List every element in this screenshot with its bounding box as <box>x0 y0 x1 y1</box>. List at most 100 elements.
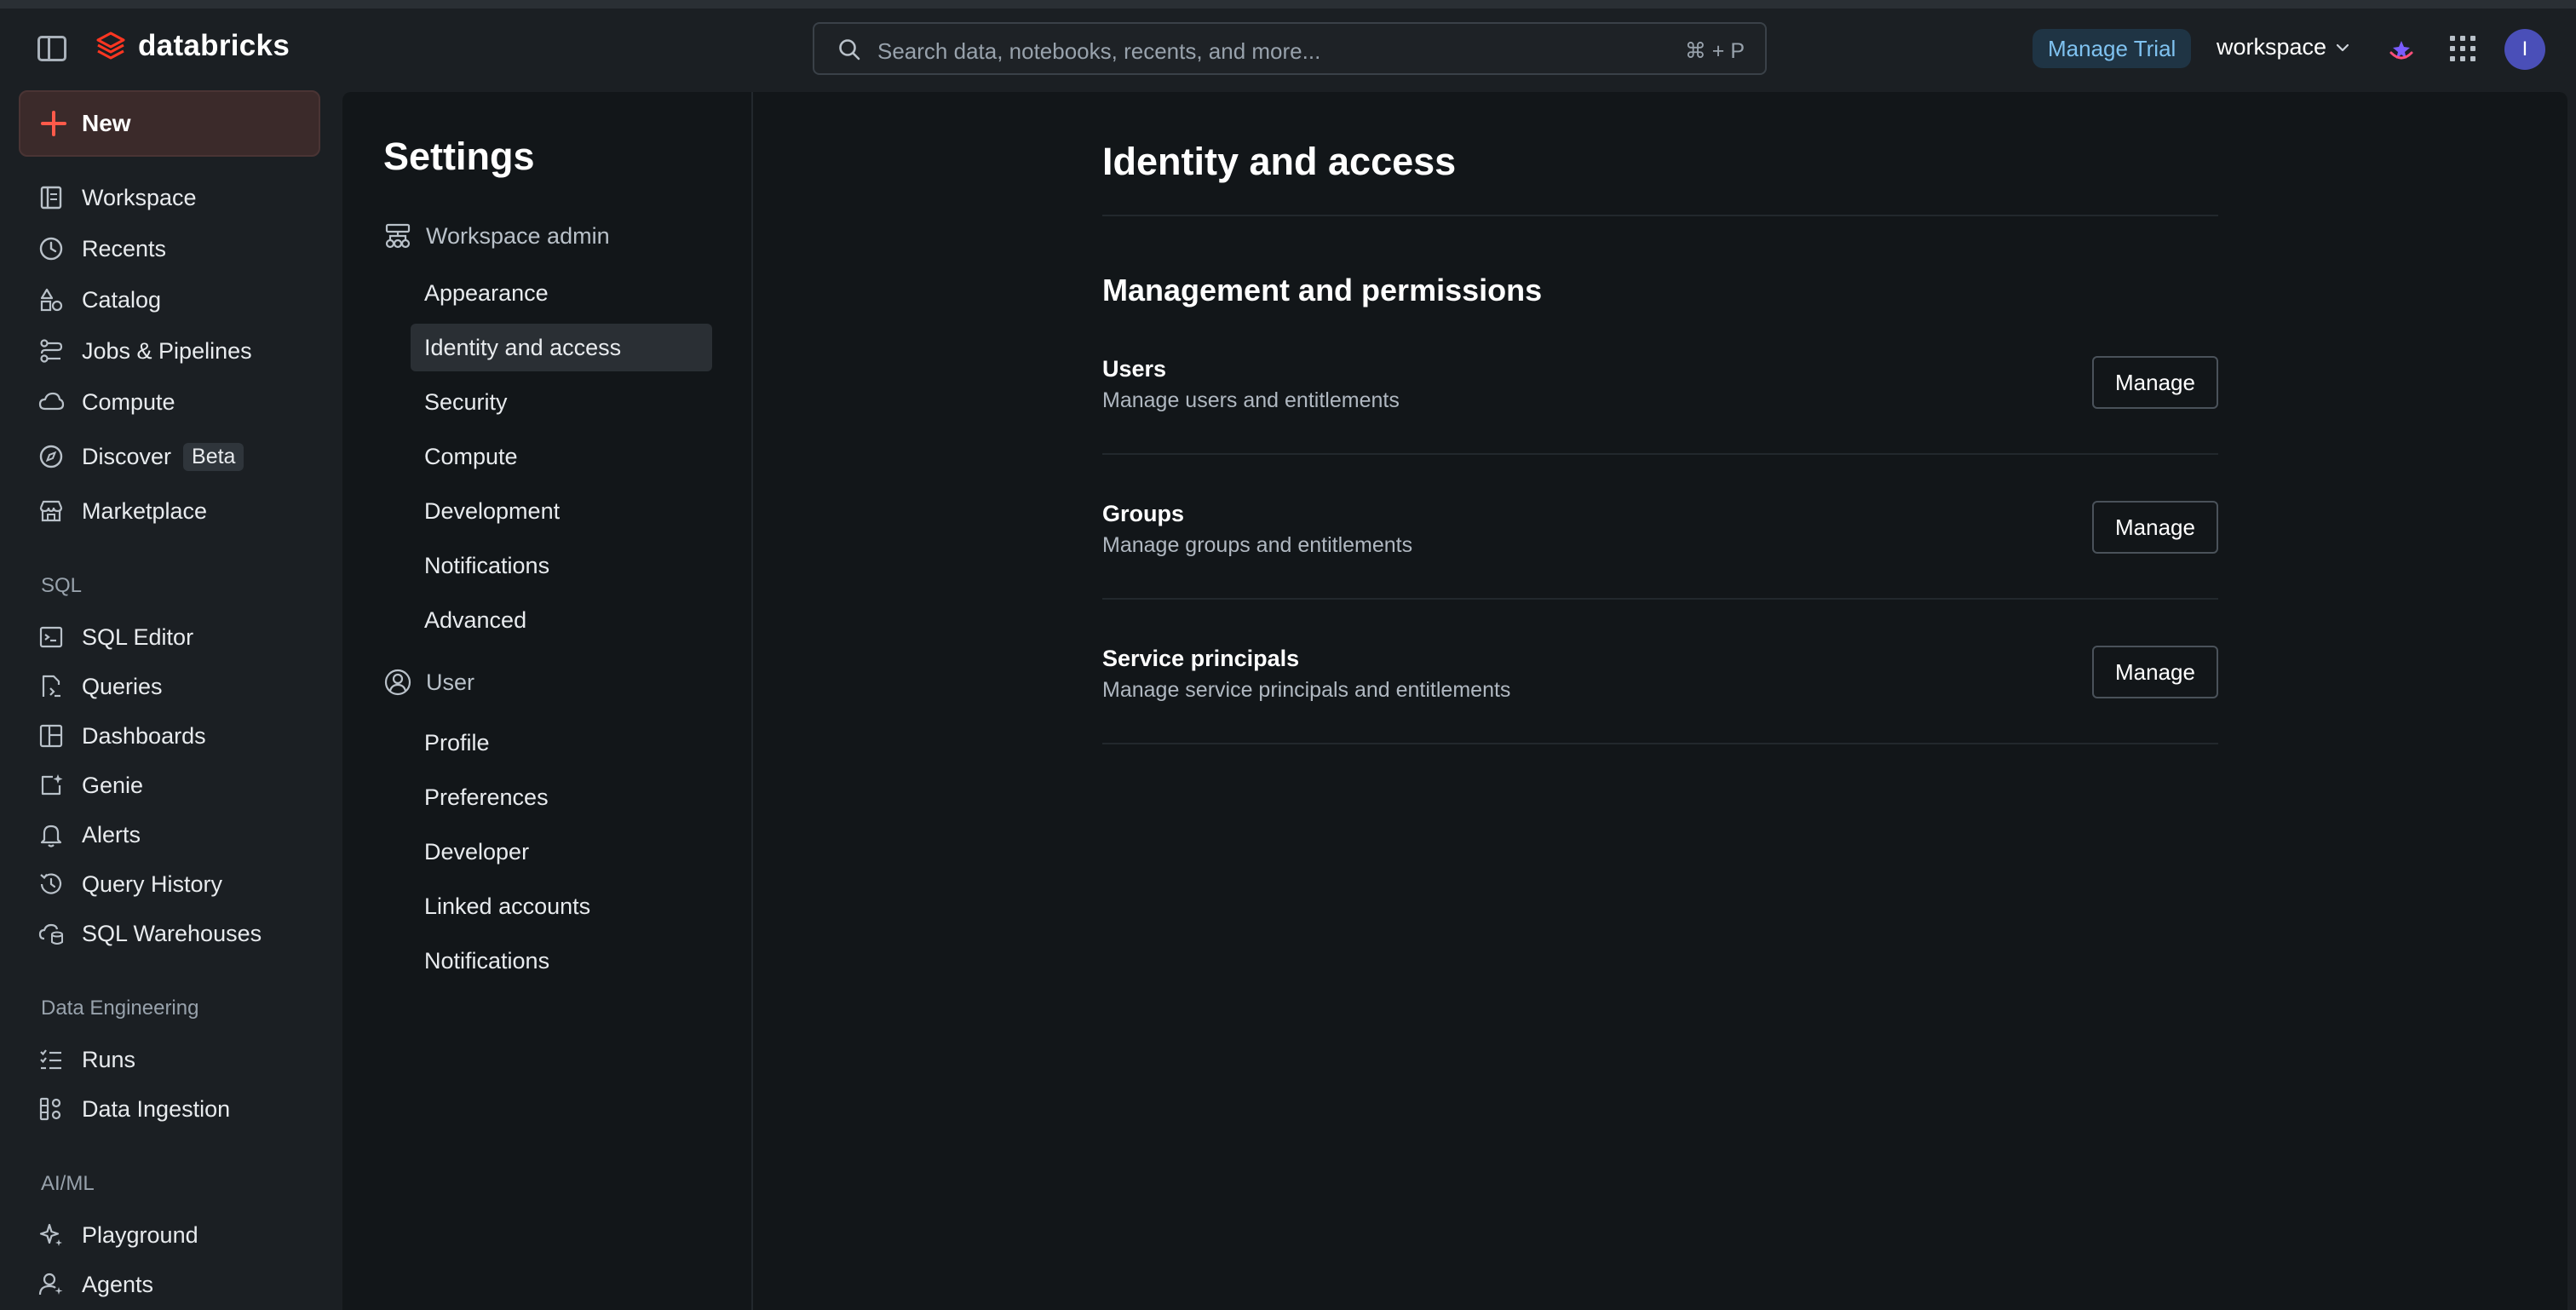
ai-ml-section-heading: AI/ML <box>41 1172 95 1195</box>
brand-name: databricks <box>138 29 290 62</box>
catalog-icon <box>40 288 63 312</box>
sidebar-item-agents[interactable]: Agents <box>37 1267 153 1301</box>
cloud-icon <box>38 392 65 411</box>
row-divider <box>1102 453 2218 455</box>
genie-icon <box>41 774 63 796</box>
databricks-logo-icon <box>96 32 125 60</box>
sidebar-item-label: Workspace <box>82 184 197 210</box>
sidebar-item-label: Catalog <box>82 286 162 313</box>
row-divider <box>1102 743 2218 744</box>
sidebar-item-recents[interactable]: Recents <box>37 232 166 266</box>
sidebar-item-label: SQL Editor <box>82 623 194 650</box>
apps-grid-icon[interactable] <box>2450 36 2475 61</box>
sidebar-item-playground[interactable]: Playground <box>37 1218 198 1252</box>
chevron-down-icon <box>2336 43 2349 51</box>
settings-item-linked-accounts[interactable]: Linked accounts <box>411 882 712 930</box>
sidebar-item-data-ingestion[interactable]: Data Ingestion <box>37 1092 230 1126</box>
avatar[interactable]: I <box>2504 29 2545 70</box>
title-divider <box>1102 215 2218 216</box>
settings-item-compute[interactable]: Compute <box>411 433 712 480</box>
window-top-edge <box>0 0 2576 9</box>
settings-group-label: Workspace admin <box>426 222 610 249</box>
workspace-admin-icon <box>385 223 411 249</box>
search-placeholder: Search data, notebooks, recents, and mor… <box>877 38 1321 64</box>
store-icon <box>39 500 63 522</box>
sidebar-item-label: Query History <box>82 870 223 897</box>
settings-item-notifications[interactable]: Notifications <box>411 542 712 589</box>
users-row-description: Manage users and entitlements <box>1102 388 1400 412</box>
databricks-logo[interactable]: databricks <box>95 29 290 63</box>
settings-group-user: User <box>383 668 474 697</box>
warehouse-icon <box>38 923 63 945</box>
bell-icon <box>40 824 62 847</box>
manage-users-button[interactable]: Manage <box>2092 356 2218 409</box>
search-input[interactable]: Search data, notebooks, recents, and mor… <box>813 22 1767 75</box>
settings-title: Settings <box>383 135 535 178</box>
manage-trial-button[interactable]: Manage Trial <box>2033 29 2192 68</box>
settings-item-appearance[interactable]: Appearance <box>411 269 712 317</box>
sidebar-item-jobs-pipelines[interactable]: Jobs & Pipelines <box>37 334 252 368</box>
sidebar-item-label: Data Ingestion <box>82 1095 231 1122</box>
dashboard-icon <box>39 724 63 748</box>
settings-item-preferences[interactable]: Preferences <box>411 773 712 821</box>
row-divider <box>1102 598 2218 600</box>
sidebar-item-dashboards[interactable]: Dashboards <box>37 719 206 753</box>
section-title: Management and permissions <box>1102 273 1543 307</box>
sidebar-item-queries[interactable]: Queries <box>37 669 163 704</box>
sidebar-item-label: Genie <box>82 772 144 798</box>
users-row-title: Users <box>1102 356 1167 382</box>
sidebar-item-discover[interactable]: Discover Beta <box>37 440 244 474</box>
sidebar-item-label: Queries <box>82 673 163 699</box>
plus-icon <box>41 111 66 136</box>
beta-badge: Beta <box>183 442 244 471</box>
groups-row-description: Manage groups and entitlements <box>1102 533 1413 557</box>
history-icon <box>40 873 62 894</box>
sidebar-item-label: Agents <box>82 1271 154 1297</box>
query-icon <box>42 675 60 698</box>
settings-item-user-notifications[interactable]: Notifications <box>411 937 712 985</box>
sidebar-item-runs[interactable]: Runs <box>37 1043 135 1077</box>
settings-item-development[interactable]: Development <box>411 487 712 535</box>
manage-service-principals-button[interactable]: Manage <box>2092 646 2218 698</box>
settings-group-label: User <box>426 669 475 695</box>
settings-item-security[interactable]: Security <box>411 378 712 426</box>
sidebar-item-sql-editor[interactable]: SQL Editor <box>37 620 193 654</box>
workflow-icon <box>40 339 63 363</box>
sidebar-item-query-history[interactable]: Query History <box>37 867 222 901</box>
assistant-icon[interactable] <box>2387 37 2416 63</box>
sidebar-item-label: Jobs & Pipelines <box>82 337 252 364</box>
sidebar-item-label: Compute <box>82 388 175 415</box>
sidebar-item-workspace[interactable]: Workspace <box>37 181 197 215</box>
sidebar-item-marketplace[interactable]: Marketplace <box>37 494 207 528</box>
agents-icon <box>38 1273 63 1296</box>
sidebar-item-catalog[interactable]: Catalog <box>37 283 161 317</box>
user-circle-icon <box>384 669 411 696</box>
new-label: New <box>82 110 131 136</box>
settings-item-profile[interactable]: Profile <box>411 719 712 767</box>
workspace-switcher[interactable]: workspace <box>2217 34 2350 60</box>
workspace-icon <box>40 186 62 210</box>
sidebar-toggle-icon[interactable] <box>37 36 66 61</box>
settings-item-advanced[interactable]: Advanced <box>411 596 712 644</box>
service-principals-row-title: Service principals <box>1102 646 1300 671</box>
settings-item-identity-and-access[interactable]: Identity and access <box>411 324 712 371</box>
sidebar-item-label: SQL Warehouses <box>82 920 262 946</box>
sidebar-item-sql-warehouses[interactable]: SQL Warehouses <box>37 916 262 951</box>
settings-item-developer[interactable]: Developer <box>411 828 712 876</box>
sidebar-item-genie[interactable]: Genie <box>37 768 143 802</box>
search-icon <box>839 39 860 60</box>
main-panel: Settings Workspace admin Appearance Iden… <box>342 92 2567 1310</box>
top-bar: databricks Search data, notebooks, recen… <box>0 9 2576 90</box>
sql-section-heading: SQL <box>41 574 83 597</box>
sql-editor-icon <box>39 626 63 648</box>
sidebar-item-label: Dashboards <box>82 722 206 749</box>
manage-groups-button[interactable]: Manage <box>2092 501 2218 554</box>
sidebar-item-compute[interactable]: Compute <box>37 385 175 419</box>
sidebar-item-label: Recents <box>82 235 167 261</box>
sidebar-item-label: Marketplace <box>82 497 208 524</box>
service-principals-row-description: Manage service principals and entitlemen… <box>1102 678 1511 702</box>
new-button[interactable]: New <box>19 90 320 157</box>
sidebar-item-alerts[interactable]: Alerts <box>37 818 141 852</box>
search-shortcut: ⌘ + P <box>1684 39 1745 63</box>
page-title: Identity and access <box>1102 140 1457 183</box>
